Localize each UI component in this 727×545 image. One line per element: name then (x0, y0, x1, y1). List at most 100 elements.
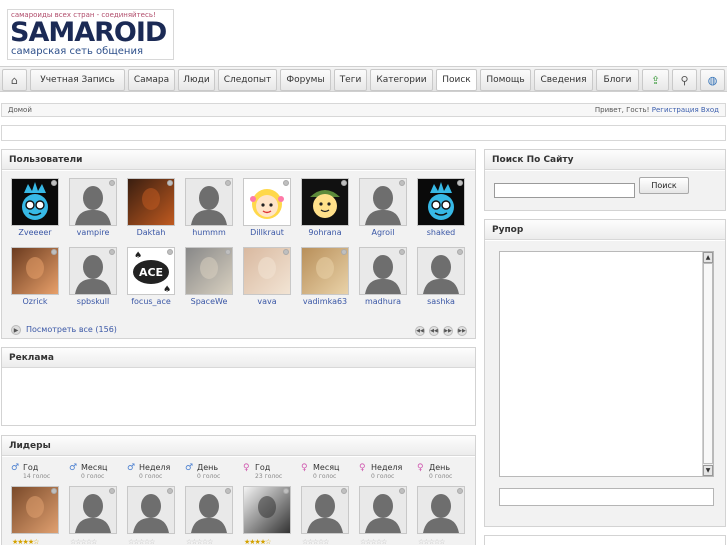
leader-period[interactable]: Неделя (139, 463, 170, 472)
user-avatar[interactable] (359, 247, 407, 295)
user-name-link[interactable]: Zveeeer (5, 228, 65, 237)
user-card[interactable]: 9ohrana (299, 178, 351, 242)
user-avatar[interactable] (69, 247, 117, 295)
user-name-link[interactable]: Daktah (121, 228, 181, 237)
shoutbox-input[interactable] (499, 488, 714, 506)
user-name-link[interactable]: spbskull (63, 297, 123, 306)
nav-tracker[interactable]: Следопыт (218, 69, 277, 91)
user-avatar[interactable] (301, 247, 349, 295)
leader-period[interactable]: Месяц (313, 463, 339, 472)
leader-period[interactable]: Год (23, 463, 38, 472)
user-card[interactable]: madhura (357, 247, 409, 311)
next-page-icon[interactable]: ▶▶ (443, 326, 453, 336)
user-avatar[interactable] (185, 178, 233, 226)
user-avatar[interactable] (417, 178, 465, 226)
user-card[interactable]: vampire (67, 178, 119, 242)
user-name-link[interactable]: madhura (353, 297, 413, 306)
shoutbox-messages[interactable]: ▲ ▼ (499, 251, 714, 477)
leader-card[interactable]: ☆☆☆☆☆ (67, 486, 119, 545)
nav-info[interactable]: Сведения (534, 69, 593, 91)
user-name-link[interactable]: Agroil (353, 228, 413, 237)
site-search-button[interactable]: Поиск (639, 177, 689, 194)
register-link[interactable]: Регистрация (652, 106, 699, 114)
user-card[interactable]: ACE ♠ ♠ focus_ace (125, 247, 177, 311)
last-page-icon[interactable]: ▶▶ (457, 326, 467, 336)
search-icon-button[interactable]: ⚲ (672, 69, 697, 91)
leader-card[interactable]: ☆☆☆☆☆ (415, 486, 467, 545)
nav-people[interactable]: Люди (178, 69, 215, 91)
leader-avatar[interactable] (127, 486, 175, 534)
user-avatar[interactable] (417, 247, 465, 295)
user-card[interactable]: spbskull (67, 247, 119, 311)
user-name-link[interactable]: shaked (411, 228, 471, 237)
user-card[interactable]: SpaceWe (183, 247, 235, 311)
upload-icon-button[interactable]: ⇪ (642, 69, 669, 91)
leader-period[interactable]: День (197, 463, 218, 472)
site-search-input[interactable] (494, 183, 635, 198)
globe-icon-button[interactable]: ◍ (700, 69, 725, 91)
leader-avatar[interactable] (417, 486, 465, 534)
breadcrumb-home[interactable]: Домой (8, 106, 32, 114)
first-page-icon[interactable]: ◀◀ (415, 326, 425, 336)
user-name-link[interactable]: Dillkraut (237, 228, 297, 237)
user-avatar[interactable] (301, 178, 349, 226)
leader-card[interactable]: ☆☆☆☆☆ (357, 486, 409, 545)
leader-avatar[interactable] (301, 486, 349, 534)
leader-avatar[interactable] (69, 486, 117, 534)
user-name-link[interactable]: sashka (411, 297, 471, 306)
nav-samara[interactable]: Самара (128, 69, 175, 91)
user-card[interactable]: Agroil (357, 178, 409, 242)
user-card[interactable]: Zveeeer (9, 178, 61, 242)
site-logo[interactable]: самароиды всех стран - соединяйтесь! SAM… (7, 9, 174, 60)
leader-card[interactable]: ☆☆☆☆☆ (183, 486, 235, 545)
leader-avatar[interactable] (243, 486, 291, 534)
user-avatar[interactable] (127, 178, 175, 226)
leader-avatar[interactable] (185, 486, 233, 534)
see-all-link[interactable]: Посмотреть все (156) (26, 325, 117, 334)
leader-card[interactable]: ☆☆☆☆☆ (125, 486, 177, 545)
user-name-link[interactable]: focus_ace (121, 297, 181, 306)
user-avatar[interactable] (243, 247, 291, 295)
nav-forums[interactable]: Форумы (280, 69, 331, 91)
user-avatar[interactable] (359, 178, 407, 226)
user-name-link[interactable]: 9ohrana (295, 228, 355, 237)
scrollbar-thumb[interactable] (703, 263, 713, 464)
user-avatar[interactable] (243, 178, 291, 226)
home-icon-button[interactable]: ⌂ (2, 69, 27, 91)
leader-avatar[interactable] (11, 486, 59, 534)
user-avatar[interactable] (69, 178, 117, 226)
user-card[interactable]: shaked (415, 178, 467, 242)
user-avatar[interactable]: ACE ♠ ♠ (127, 247, 175, 295)
user-name-link[interactable]: vava (237, 297, 297, 306)
nav-search[interactable]: Поиск (436, 69, 477, 91)
user-name-link[interactable]: SpaceWe (179, 297, 239, 306)
leader-period[interactable]: Год (255, 463, 270, 472)
shoutbox-scrollbar[interactable]: ▲ ▼ (702, 252, 713, 476)
leader-period[interactable]: Неделя (371, 463, 402, 472)
scroll-up-icon[interactable]: ▲ (703, 252, 713, 263)
nav-blogs[interactable]: Блоги (596, 69, 639, 91)
user-name-link[interactable]: vampire (63, 228, 123, 237)
nav-help[interactable]: Помощь (480, 69, 531, 91)
leader-card[interactable]: ★★★★☆ (9, 486, 61, 545)
user-name-link[interactable]: Ozrick (5, 297, 65, 306)
leader-period[interactable]: Месяц (81, 463, 107, 472)
leader-avatar[interactable] (359, 486, 407, 534)
user-avatar[interactable] (11, 247, 59, 295)
nav-categories[interactable]: Категории (370, 69, 433, 91)
user-card[interactable]: Ozrick (9, 247, 61, 311)
leader-card[interactable]: ☆☆☆☆☆ (299, 486, 351, 545)
user-card[interactable]: hummm (183, 178, 235, 242)
leader-card[interactable]: ★★★★☆ (241, 486, 293, 545)
nav-tags[interactable]: Теги (334, 69, 367, 91)
play-icon[interactable]: ▶ (11, 325, 21, 335)
user-name-link[interactable]: hummm (179, 228, 239, 237)
nav-account[interactable]: Учетная Запись (30, 69, 125, 91)
user-avatar[interactable] (11, 178, 59, 226)
user-card[interactable]: sashka (415, 247, 467, 311)
prev-page-icon[interactable]: ◀◀ (429, 326, 439, 336)
user-card[interactable]: vadimka63 (299, 247, 351, 311)
user-card[interactable]: Daktah (125, 178, 177, 242)
user-avatar[interactable] (185, 247, 233, 295)
leader-period[interactable]: День (429, 463, 450, 472)
